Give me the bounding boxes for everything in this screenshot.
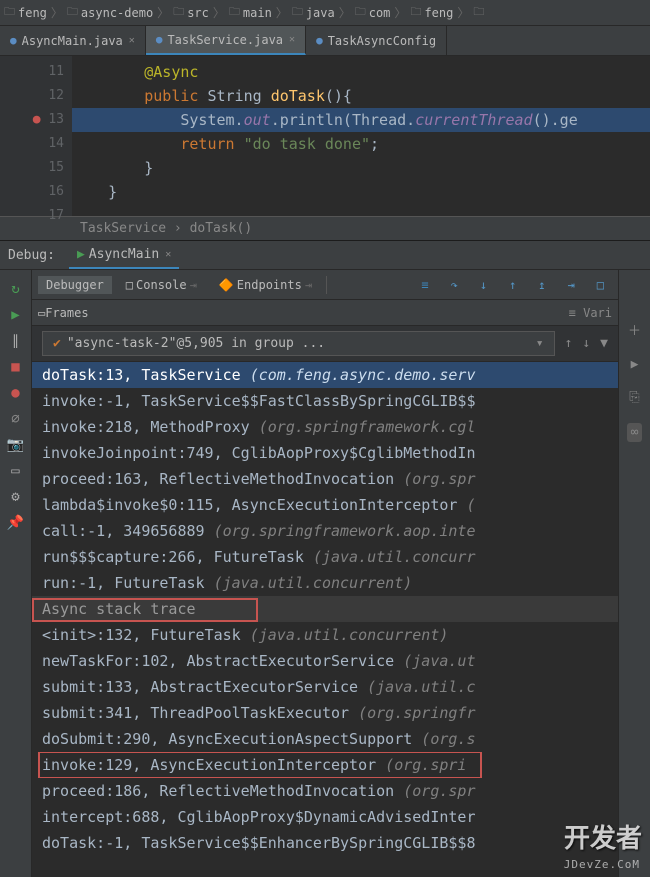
- stack-frame[interactable]: invoke:129, AsyncExecutionInterceptor (o…: [32, 752, 618, 778]
- layout-icon[interactable]: ▭: [11, 458, 19, 484]
- stack-frame[interactable]: invoke:-1, TaskService$$FastClassBySprin…: [32, 388, 618, 414]
- breadcrumb-item[interactable]: 〉🗀com: [335, 3, 391, 22]
- breadcrumb-item[interactable]: 〉🗀async-demo: [47, 3, 153, 22]
- stack-frame[interactable]: proceed:186, ReflectiveMethodInvocation …: [32, 778, 618, 804]
- debug-toolbar: Debugger □Console⇥ 🔶Endpoints⇥ ≡ ↷ ↓ ↑ ↥ ⇥ □: [32, 270, 618, 300]
- nav-hint: TaskService › doTask(): [0, 216, 650, 240]
- editor-tab[interactable]: ●TaskService.java✕: [146, 26, 306, 55]
- endpoints-tab[interactable]: 🔶Endpoints⇥: [211, 276, 320, 294]
- next-frame-icon[interactable]: ↓: [582, 336, 590, 351]
- chevron-down-icon: ▾: [536, 336, 544, 351]
- step-button-3[interactable]: ↑: [501, 276, 524, 294]
- code-line[interactable]: public String doTask(){: [72, 84, 650, 108]
- debugger-tab[interactable]: Debugger: [38, 276, 112, 294]
- frames-list[interactable]: doTask:13, TaskService (com.feng.async.d…: [32, 362, 618, 877]
- thread-dropdown[interactable]: ✔ "async-task-2"@5,905 in group ... ▾: [42, 331, 555, 356]
- breadcrumb-item[interactable]: 〉🗀java: [272, 3, 335, 22]
- stop-icon[interactable]: ■: [11, 354, 19, 380]
- breadcrumb-item[interactable]: 🗀feng: [4, 3, 47, 22]
- rerun-icon[interactable]: ↻: [11, 276, 19, 302]
- debug-run-tab[interactable]: ▶ AsyncMain ✕: [69, 241, 179, 269]
- add-watch-icon[interactable]: ＋: [628, 320, 641, 339]
- camera-icon[interactable]: 📷: [7, 432, 24, 458]
- vars-label: ≡ Vari: [569, 306, 612, 320]
- thread-selector-row: ✔ "async-task-2"@5,905 in group ... ▾ ↑ …: [32, 326, 618, 362]
- stack-frame[interactable]: invokeJoinpoint:749, CglibAopProxy$Cglib…: [32, 440, 618, 466]
- step-button-5[interactable]: ⇥: [560, 276, 583, 294]
- console-tab[interactable]: □Console⇥: [118, 276, 205, 294]
- stack-frame[interactable]: proceed:163, ReflectiveMethodInvocation …: [32, 466, 618, 492]
- step-button-0[interactable]: ≡: [413, 276, 436, 294]
- close-icon[interactable]: ✕: [165, 249, 171, 260]
- code-line[interactable]: [72, 204, 650, 216]
- run-icon: ▶: [77, 247, 85, 262]
- stack-frame[interactable]: lambda$invoke$0:115, AsyncExecutionInter…: [32, 492, 618, 518]
- frames-icon: ▭: [38, 306, 45, 320]
- stack-frame[interactable]: doTask:-1, TaskService$$EnhancerBySpring…: [32, 830, 618, 856]
- run-config-name: AsyncMain: [89, 247, 159, 262]
- breadcrumbs[interactable]: 🗀feng〉🗀async-demo〉🗀src〉🗀main〉🗀java〉🗀com〉…: [0, 0, 650, 26]
- mute-breakpoints-icon[interactable]: ⌀: [11, 406, 19, 432]
- stack-frame[interactable]: <init>:132, FutureTask (java.util.concur…: [32, 622, 618, 648]
- breadcrumb-item[interactable]: 〉🗀feng: [390, 3, 453, 22]
- debug-title: Debug:: [8, 248, 55, 263]
- stack-frame[interactable]: doTask:13, TaskService (com.feng.async.d…: [32, 362, 618, 388]
- stack-frame[interactable]: run:-1, FutureTask (java.util.concurrent…: [32, 570, 618, 596]
- editor-tab[interactable]: ●AsyncMain.java✕: [0, 26, 146, 55]
- code-editor[interactable]: 1112● 1314151617 @Async public String do…: [0, 56, 650, 216]
- stack-frame[interactable]: submit:341, ThreadPoolTaskExecutor (org.…: [32, 700, 618, 726]
- frames-header: ▭ Frames ≡ Vari: [32, 300, 618, 326]
- debug-header: Debug: ▶ AsyncMain ✕: [0, 240, 650, 270]
- pin-icon[interactable]: 📌: [7, 510, 24, 536]
- stack-frame[interactable]: run$$$capture:266, FutureTask (java.util…: [32, 544, 618, 570]
- breadcrumb-item[interactable]: 〉🗀src: [153, 3, 209, 22]
- settings-icon[interactable]: ⚙: [11, 484, 19, 510]
- breadcrumb-item[interactable]: 〉🗀main: [209, 3, 272, 22]
- step-button-2[interactable]: ↓: [472, 276, 495, 294]
- stack-frame[interactable]: invoke:218, MethodProxy (org.springframe…: [32, 414, 618, 440]
- stack-frame[interactable]: intercept:688, CglibAopProxy$DynamicAdvi…: [32, 804, 618, 830]
- view-breakpoints-icon[interactable]: ●: [11, 380, 19, 406]
- code-line[interactable]: return "do task done";: [72, 132, 650, 156]
- debug-right-toolbar: ＋ ▶ ⎘ ∞: [618, 270, 650, 877]
- filter-frames-icon[interactable]: ▼: [600, 336, 608, 351]
- pause-icon[interactable]: ∥: [12, 328, 19, 354]
- code-line[interactable]: }: [72, 156, 650, 180]
- editor-tabs: ●AsyncMain.java✕●TaskService.java✕●TaskA…: [0, 26, 650, 56]
- thread-name: "async-task-2"@5,905 in group ...: [67, 336, 325, 351]
- code-area[interactable]: @Async public String doTask(){ System.ou…: [72, 56, 650, 216]
- step-button-4[interactable]: ↥: [530, 276, 553, 294]
- editor-tab[interactable]: ●TaskAsyncConfig: [306, 26, 447, 55]
- watermark-sub: JDevZe.CoM: [564, 858, 640, 871]
- evaluate-icon[interactable]: ▶: [631, 357, 639, 372]
- resume-icon[interactable]: ▶: [11, 302, 19, 328]
- code-line[interactable]: @Async: [72, 60, 650, 84]
- async-stack-header: Async stack trace: [32, 596, 618, 622]
- stack-frame[interactable]: newTaskFor:102, AbstractExecutorService …: [32, 648, 618, 674]
- stack-frame[interactable]: submit:133, AbstractExecutorService (jav…: [32, 674, 618, 700]
- prev-frame-icon[interactable]: ↑: [565, 336, 573, 351]
- frames-label: Frames: [45, 306, 88, 320]
- gutter: 1112● 1314151617: [0, 56, 72, 216]
- check-icon: ✔: [53, 336, 61, 351]
- step-button-1[interactable]: ↷: [443, 276, 466, 294]
- link-icon[interactable]: ∞: [627, 423, 643, 442]
- debug-left-toolbar: ↻ ▶ ∥ ■ ● ⌀ 📷 ▭ ⚙ 📌: [0, 270, 32, 877]
- stack-frame[interactable]: call:-1, 349656889 (org.springframework.…: [32, 518, 618, 544]
- watermark: 开发者: [564, 818, 642, 855]
- step-button-6[interactable]: □: [589, 276, 612, 294]
- code-line[interactable]: System.out.println(Thread.currentThread(…: [72, 108, 650, 132]
- code-line[interactable]: }: [72, 180, 650, 204]
- stack-frame[interactable]: doSubmit:290, AsyncExecutionAspectSuppor…: [32, 726, 618, 752]
- copy-icon[interactable]: ⎘: [629, 390, 639, 405]
